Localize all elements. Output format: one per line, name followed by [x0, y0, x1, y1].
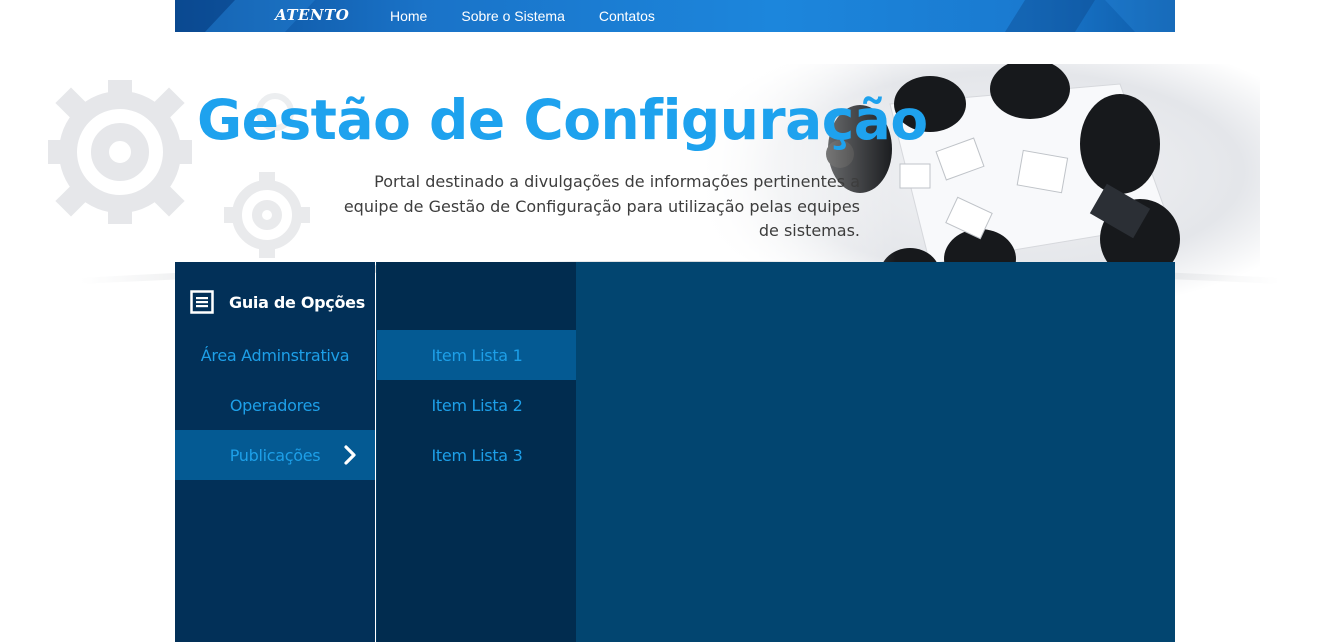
sidebar-item-label: Área Adminstrativa — [200, 345, 350, 365]
submenu-item-1[interactable]: Item Lista 1 — [377, 330, 577, 380]
list-document-icon — [190, 290, 214, 314]
nav-link-home[interactable]: Home — [390, 8, 427, 24]
submenu-item-label: Item Lista 2 — [431, 395, 523, 415]
submenu-item-label: Item Lista 1 — [431, 345, 523, 365]
page-title: Gestão de Configuração — [197, 88, 928, 152]
nav-link-sobre-o-sistema[interactable]: Sobre o Sistema — [461, 8, 565, 24]
nav-link-contatos[interactable]: Contatos — [599, 8, 655, 24]
chevron-right-icon — [344, 445, 356, 465]
sidebar-item-label: Publicações — [229, 445, 321, 465]
page-description: Portal destinado a divulgações de inform… — [343, 172, 860, 240]
submenu-item-label: Item Lista 3 — [431, 445, 523, 465]
hero-banner: Gestão de Configuração Portal destinado … — [0, 32, 1342, 304]
submenu-panel: Item Lista 1 Item Lista 2 Item Lista 3 — [376, 262, 577, 642]
sidebar-item-operadores[interactable]: Operadores — [175, 380, 375, 430]
top-nav-bar: ATENTO Home Sobre o Sistema Contatos — [175, 0, 1175, 32]
sidebar-item-label: Operadores — [229, 395, 321, 415]
sidebar-item-publicacoes[interactable]: Publicações — [175, 430, 375, 480]
sidebar-item-area-adminstrativa[interactable]: Área Adminstrativa — [175, 330, 375, 380]
content-area — [576, 262, 1175, 642]
submenu-item-2[interactable]: Item Lista 2 — [377, 380, 577, 430]
atento-logo[interactable]: ATENTO — [275, 6, 349, 24]
sidebar-title: Guia de Opções — [229, 292, 365, 312]
sidebar-header: Guia de Opções — [175, 287, 375, 317]
submenu-list: Item Lista 1 Item Lista 2 Item Lista 3 — [377, 330, 577, 480]
options-sidebar: Guia de Opções Área Adminstrativa Operad… — [175, 262, 375, 642]
main-nav: Home Sobre o Sistema Contatos — [390, 0, 655, 32]
submenu-item-3[interactable]: Item Lista 3 — [377, 430, 577, 480]
sidebar-menu: Área Adminstrativa Operadores Publicaçõe… — [175, 330, 375, 480]
